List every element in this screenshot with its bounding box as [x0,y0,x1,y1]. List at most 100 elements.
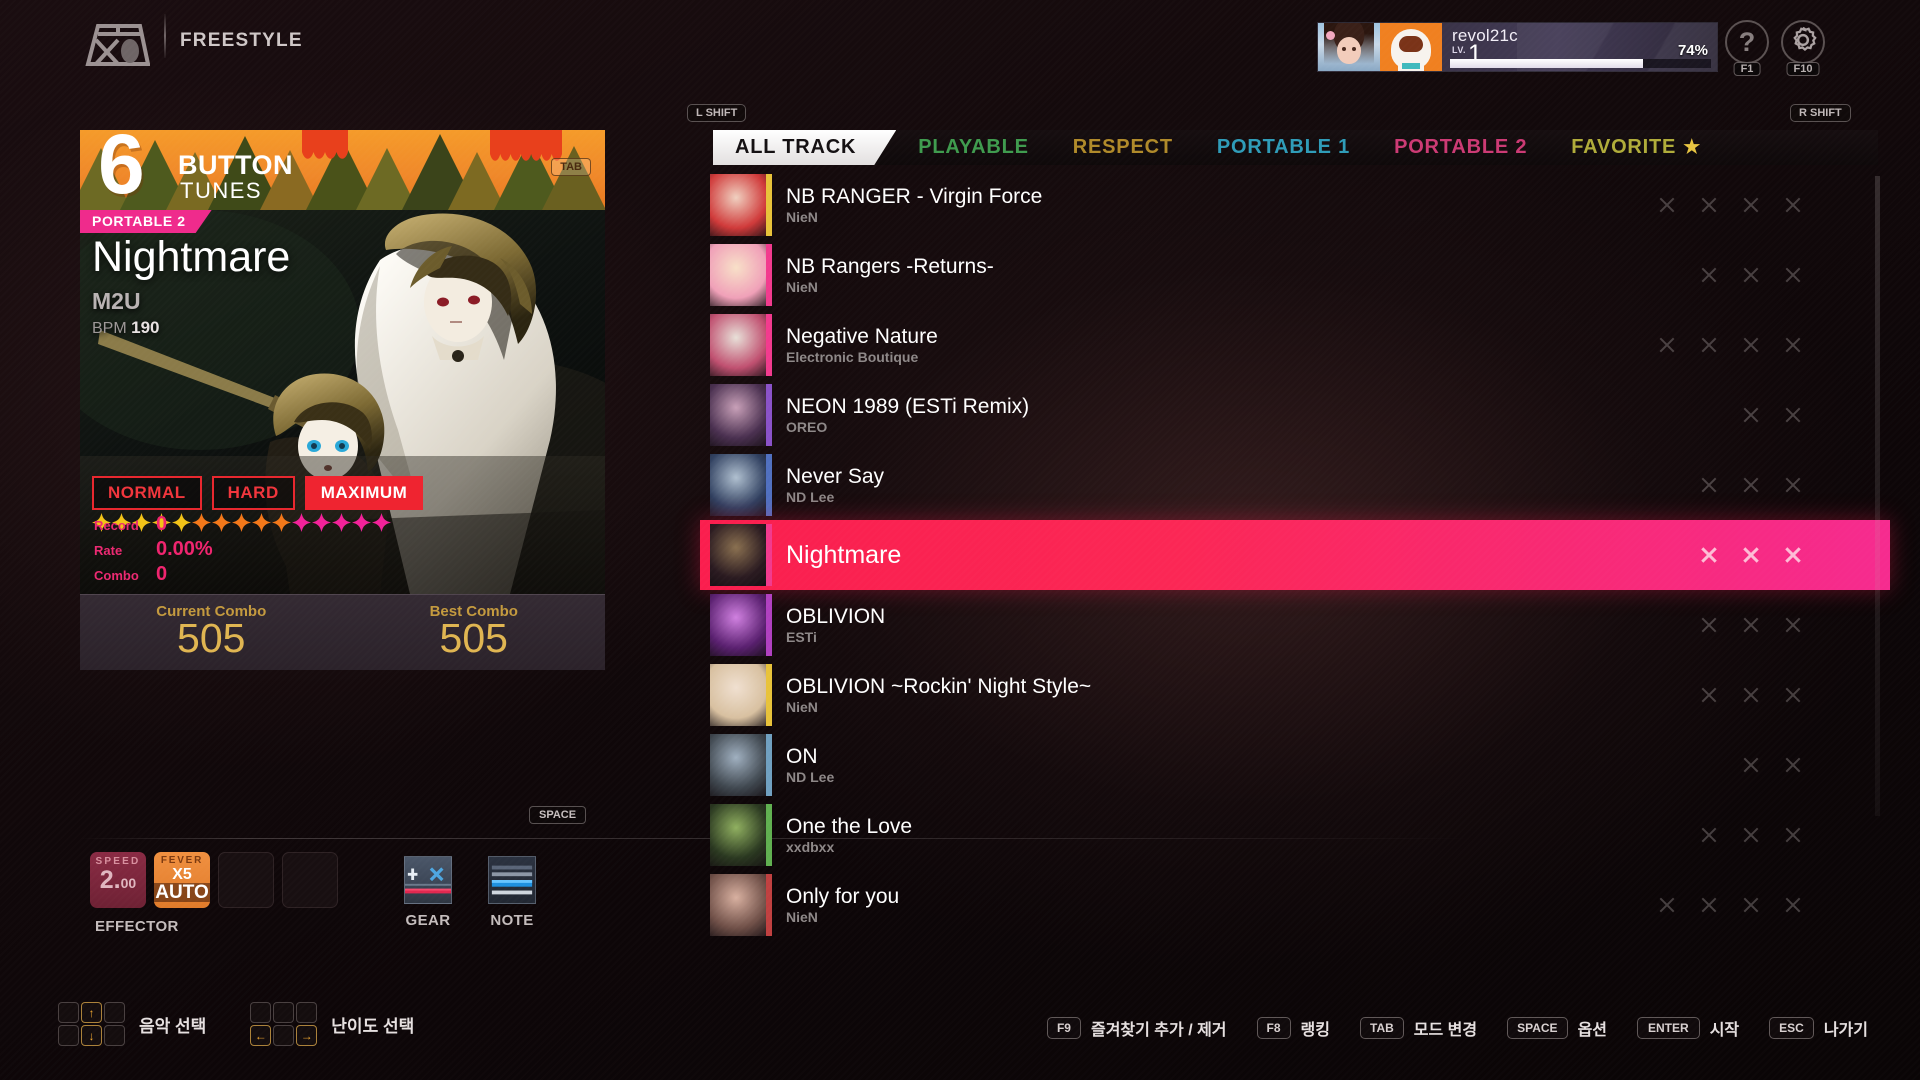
tab-portable-1[interactable]: PORTABLE 1 [1195,130,1372,165]
command-key: TAB [1360,1017,1404,1039]
game-mode-label: FREESTYLE [180,30,303,51]
difficulty-normal-button[interactable]: NORMAL [92,476,202,510]
track-list[interactable]: NB RANGER - Virgin Force NieN NB Rangers -… [700,170,1890,950]
track-title: OBLIVION [786,604,886,628]
star-icon [332,513,351,532]
command-hint[interactable]: ESC 나가기 [1769,1016,1868,1040]
note-skin-icon [488,856,536,904]
difficulty-marks [1699,476,1890,495]
track-row[interactable]: OBLIVION ESTi [700,590,1890,660]
command-hint[interactable]: SPACE 옵션 [1507,1016,1607,1040]
command-key: ESC [1769,1017,1814,1039]
track-row[interactable]: ON ND Lee [700,730,1890,800]
tab-playable[interactable]: PLAYABLE [896,130,1051,165]
difficulty-locked-icon [1699,686,1718,705]
track-row[interactable]: Never Say ND Lee [700,450,1890,520]
track-thumbnail [710,454,772,516]
difficulty-selector[interactable]: NORMAL HARD MAXIMUM [92,476,424,510]
tab-label: PLAYABLE [918,136,1029,158]
track-row[interactable]: One the Love xxdbxx [700,800,1890,870]
track-category-edge [766,874,772,936]
command-hint[interactable]: ENTER 시작 [1637,1016,1739,1040]
arrow-key: ↓ [81,1025,102,1046]
difficulty-hard-button[interactable]: HARD [211,476,295,510]
tab-favorite[interactable]: FAVORITE ★ [1549,130,1723,165]
effector-slot-fever[interactable]: FEVER X5 AUTO [154,852,210,908]
tab-label: RESPECT [1072,136,1173,158]
effector-slots[interactable]: SPEED 2.00 FEVER X5 AUTO [90,852,346,908]
track-list-scrollbar[interactable] [1875,176,1880,816]
navigation-key-hints: ↑ ↓ 음악 선택 ← → 난이도 선택 [58,1002,414,1046]
effector-slot-speed[interactable]: SPEED 2.00 [90,852,146,908]
tab-label: PORTABLE 2 [1394,136,1528,158]
track-thumbnail [710,174,772,236]
tab-label: FAVORITE [1571,136,1677,158]
command-key: SPACE [1507,1017,1568,1039]
player-profile-panel[interactable]: revol21c LV. 1 74% [1317,22,1718,72]
tab-label: ALL TRACK [735,136,857,158]
command-key: F8 [1256,1017,1291,1039]
effector-slot-empty[interactable] [282,852,338,908]
difficulty-locked-icon [1699,196,1718,215]
gear-skin-button[interactable]: GEAR [398,856,458,929]
track-row[interactable]: NEON 1989 (ESTi Remix) OREO [700,380,1890,450]
track-row[interactable]: Nightmare [700,520,1890,590]
tab-label: PORTABLE 1 [1216,136,1351,158]
difficulty-locked-icon [1741,546,1760,565]
record-label: Rate [94,543,123,558]
command-label: 옵션 [1577,1022,1608,1039]
track-category-edge [766,244,772,306]
tab-respect[interactable]: RESPECT [1051,130,1195,165]
track-meta: Never Say ND Lee [786,465,1699,506]
difficulty-locked-icon [1699,826,1718,845]
star-icon [252,513,271,532]
track-row[interactable]: Only for you NieN [700,870,1890,940]
difficulty-marks [1699,686,1890,705]
tab-all-track[interactable]: ALL TRACK [713,130,896,165]
track-title: NEON 1989 (ESTi Remix) [786,394,1030,418]
track-thumbnail [710,804,772,866]
track-artist: ESTi [786,629,817,646]
track-title: Never Say [786,464,885,488]
difficulty-locked-icon [1783,896,1802,915]
track-row[interactable]: Negative Nature Electronic Boutique [700,310,1890,380]
track-row[interactable]: OBLIVION ~Rockin' Night Style~ NieN [700,660,1890,730]
command-hint[interactable]: TAB 모드 변경 [1360,1016,1477,1040]
help-button[interactable]: ? F1 [1725,20,1769,76]
button-mode-banner[interactable]: 6 BUTTON TUNES TAB [80,130,605,210]
star-icon [292,513,311,532]
track-meta: NB Rangers -Returns- NieN [786,255,1699,296]
track-meta: OBLIVION ~Rockin' Night Style~ NieN [786,675,1699,716]
record-stats: Record 0 Rate 0.00% Combo 0 [94,513,213,588]
category-tab-strip[interactable]: ALL TRACK PLAYABLE RESPECT PORTABLE 1 PORTAB… [713,130,1878,165]
bottom-control-bar: ↑ ↓ 음악 선택 ← → 난이도 선택 F9 즐겨찾기 추가 / 제거 F8 랭킹 TAB 모드 … [0,988,1920,1080]
track-artist: NieN [786,909,818,926]
track-row[interactable]: NB RANGER - Virgin Force NieN [700,170,1890,240]
key-blank [104,1025,125,1046]
track-meta: One the Love xxdbxx [786,815,1699,856]
star-icon [212,513,231,532]
tab-portable-2[interactable]: PORTABLE 2 [1372,130,1549,165]
rank-emblem-icon [1380,23,1442,71]
bpm-label: BPM [92,320,127,337]
difficulty-marks [1699,266,1890,285]
favorite-star-icon: ★ [1683,137,1702,158]
tab-key-hint: TAB [551,158,591,176]
track-meta: ON ND Lee [786,745,1741,786]
difficulty-locked-icon [1741,196,1760,215]
track-row[interactable]: NB Rangers -Returns- NieN [700,240,1890,310]
arrow-key-pad: ↑ ↓ [58,1002,125,1046]
key-blank [58,1025,79,1046]
effector-slot-empty[interactable] [218,852,274,908]
command-hint[interactable]: F9 즐겨찾기 추가 / 제거 [1046,1016,1227,1040]
key-blank [58,1002,79,1023]
command-key: F9 [1046,1017,1081,1039]
command-hint[interactable]: F8 랭킹 [1256,1016,1330,1040]
difficulty-locked-icon [1741,826,1760,845]
gear-skin-icon [404,856,452,904]
settings-button[interactable]: F10 [1781,20,1825,76]
note-skin-button[interactable]: NOTE [482,856,542,929]
song-jacket[interactable]: PORTABLE 2 Nightmare M2U BPM 190 NORMAL H… [80,210,605,594]
difficulty-maximum-button[interactable]: MAXIMUM [304,476,424,510]
star-icon [372,513,391,532]
